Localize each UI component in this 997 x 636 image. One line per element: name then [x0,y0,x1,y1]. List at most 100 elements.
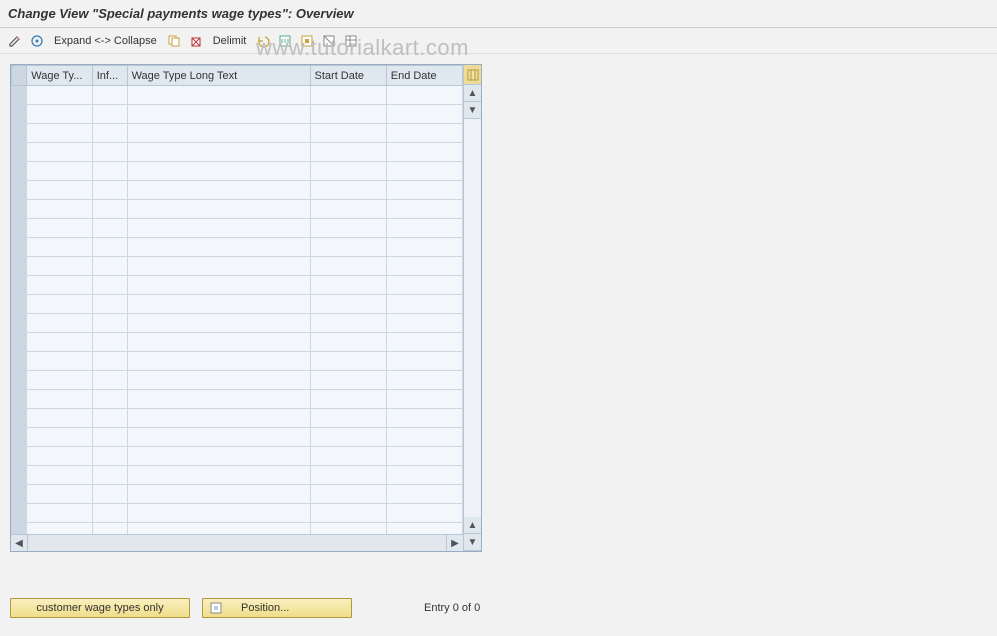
cell[interactable] [92,257,127,276]
cell[interactable] [27,105,93,124]
cell[interactable] [386,219,462,238]
cell[interactable] [127,276,310,295]
cell[interactable] [310,504,386,523]
row-selector[interactable] [12,295,27,314]
table-row[interactable] [12,447,463,466]
cell[interactable] [27,352,93,371]
cell[interactable] [386,295,462,314]
cell[interactable] [127,390,310,409]
table-settings-icon[interactable] [342,32,360,50]
row-selector[interactable] [12,200,27,219]
cell[interactable] [127,428,310,447]
row-selector[interactable] [12,447,27,466]
cell[interactable] [27,181,93,200]
row-selector[interactable] [12,181,27,200]
cell[interactable] [92,333,127,352]
cell[interactable] [127,86,310,105]
delete-icon[interactable] [187,32,205,50]
cell[interactable] [92,428,127,447]
cell[interactable] [127,238,310,257]
cell[interactable] [386,314,462,333]
table-row[interactable] [12,409,463,428]
col-wage-type[interactable]: Wage Ty... [27,66,93,86]
table-row[interactable] [12,219,463,238]
cell[interactable] [310,466,386,485]
row-selector[interactable] [12,409,27,428]
cell[interactable] [127,314,310,333]
cell[interactable] [310,333,386,352]
cell[interactable] [127,200,310,219]
cell[interactable] [310,143,386,162]
row-selector[interactable] [12,466,27,485]
cell[interactable] [27,257,93,276]
cell[interactable] [386,447,462,466]
row-selector[interactable] [12,257,27,276]
cell[interactable] [92,86,127,105]
table-row[interactable] [12,86,463,105]
cell[interactable] [310,200,386,219]
cell[interactable] [27,447,93,466]
scroll-left-icon[interactable]: ◀ [11,535,28,551]
customer-wage-types-button[interactable]: customer wage types only [10,598,190,618]
select-all-icon[interactable] [276,32,294,50]
table-row[interactable] [12,238,463,257]
cell[interactable] [310,124,386,143]
cell[interactable] [92,447,127,466]
cell[interactable] [386,86,462,105]
cell[interactable] [27,390,93,409]
cell[interactable] [310,447,386,466]
cell[interactable] [92,352,127,371]
cell[interactable] [127,409,310,428]
cell[interactable] [386,504,462,523]
cell[interactable] [386,276,462,295]
row-selector[interactable] [12,485,27,504]
cell[interactable] [310,105,386,124]
row-selector[interactable] [12,86,27,105]
row-selector[interactable] [12,352,27,371]
cell[interactable] [27,276,93,295]
cell[interactable] [127,105,310,124]
row-selector[interactable] [12,314,27,333]
table-row[interactable] [12,352,463,371]
cell[interactable] [386,466,462,485]
cell[interactable] [310,86,386,105]
cell[interactable] [127,143,310,162]
cell[interactable] [386,485,462,504]
cell[interactable] [386,428,462,447]
table-row[interactable] [12,276,463,295]
cell[interactable] [310,314,386,333]
row-selector[interactable] [12,333,27,352]
row-selector[interactable] [12,504,27,523]
cell[interactable] [27,466,93,485]
position-button[interactable]: Position... [202,598,352,618]
table-row[interactable] [12,485,463,504]
cell[interactable] [127,466,310,485]
cell[interactable] [310,276,386,295]
col-end-date[interactable]: End Date [386,66,462,86]
cell[interactable] [386,257,462,276]
cell[interactable] [310,409,386,428]
table-row[interactable] [12,390,463,409]
row-selector[interactable] [12,428,27,447]
cell[interactable] [27,162,93,181]
cell[interactable] [386,390,462,409]
table-row[interactable] [12,504,463,523]
expand-collapse-button[interactable]: Expand <-> Collapse [50,33,161,49]
cell[interactable] [27,295,93,314]
cell[interactable] [127,295,310,314]
table-row[interactable] [12,162,463,181]
cell[interactable] [310,428,386,447]
deselect-all-icon[interactable] [320,32,338,50]
table-row[interactable] [12,124,463,143]
scroll-up-icon[interactable]: ▲ [464,85,481,102]
cell[interactable] [127,219,310,238]
scroll-page-down-icon[interactable]: ▼ [464,534,481,551]
cell[interactable] [127,485,310,504]
cell[interactable] [92,390,127,409]
cell[interactable] [92,124,127,143]
cell[interactable] [310,390,386,409]
row-selector[interactable] [12,162,27,181]
row-selector-header[interactable] [12,66,27,86]
cell[interactable] [310,219,386,238]
cell[interactable] [127,181,310,200]
